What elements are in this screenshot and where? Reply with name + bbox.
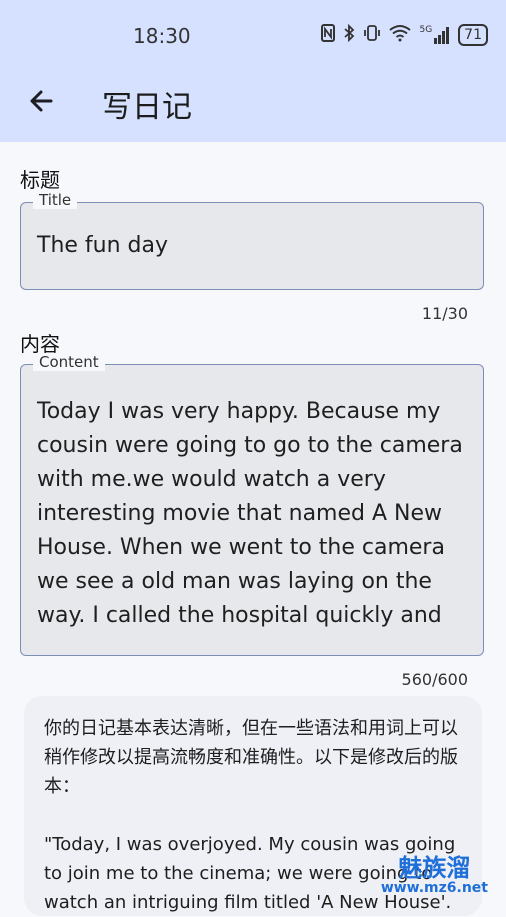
back-arrow-icon [30, 90, 53, 112]
bluetooth-icon [343, 23, 355, 46]
wifi-icon [389, 24, 412, 46]
top-bar: 18:30 5G 71 写日记 [0, 0, 506, 142]
status-time: 18:30 [133, 24, 191, 48]
title-field-legend: Title [33, 191, 78, 209]
title-counter: 11/30 [421, 304, 468, 323]
network-type: 5G [419, 25, 433, 35]
content-field[interactable]: Content Today I was very happy. Because … [20, 353, 484, 656]
status-icons: 5G 71 [321, 23, 488, 46]
title-section-label: 标题 [20, 168, 60, 192]
signal-icon: 5G [419, 26, 450, 44]
watermark: 魅族溜 www.mz6.net [381, 856, 488, 896]
page-title: 写日记 [102, 90, 192, 125]
ai-suggestion-intro: 你的日记基本表达清晰，但在一些语法和用词上可以稍作修改以提高流畅度和准确性。以下… [44, 718, 458, 797]
nfc-icon [321, 24, 336, 46]
content-counter: 560/600 [401, 670, 468, 689]
content-field-value: Today I was very happy. Because my cousi… [37, 399, 463, 628]
back-button[interactable] [24, 84, 58, 118]
title-field[interactable]: Title The fun day [20, 191, 484, 290]
title-field-value: The fun day [37, 233, 169, 258]
vibrate-icon [363, 24, 381, 46]
watermark-url: www.mz6.net [380, 880, 488, 896]
content-field-legend: Content [33, 353, 105, 371]
watermark-brand: 魅族溜 [398, 854, 471, 882]
battery-icon: 71 [458, 24, 488, 46]
